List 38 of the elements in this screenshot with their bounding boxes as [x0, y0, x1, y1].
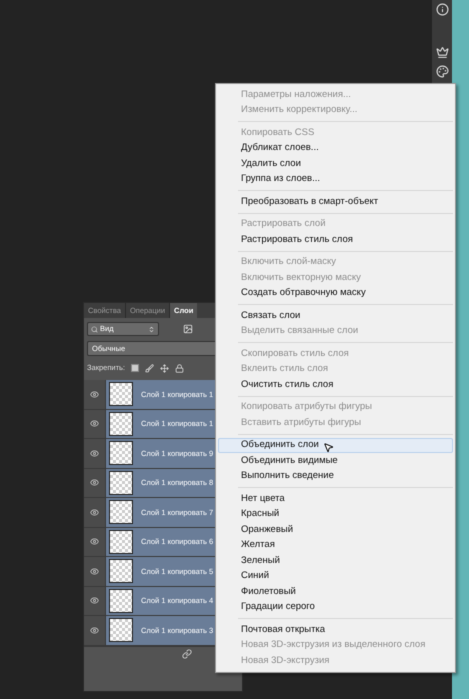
palette-icon[interactable] [436, 65, 448, 78]
visibility-icon[interactable] [90, 448, 99, 458]
layer-thumbnail [109, 500, 133, 524]
layer-thumbnail [109, 559, 133, 584]
layer-thumbnail [109, 382, 133, 406]
layer-thumbnail [109, 441, 133, 466]
visibility-icon[interactable] [90, 419, 99, 428]
menu-item[interactable]: Группа из слоев... [218, 172, 453, 187]
visibility-icon[interactable] [90, 390, 99, 399]
crown-icon[interactable] [436, 46, 448, 59]
visibility-icon[interactable] [90, 537, 99, 546]
lock-pixels-icon[interactable] [131, 364, 140, 372]
move-icon[interactable] [160, 364, 170, 372]
lock-icon[interactable] [175, 364, 184, 372]
info-icon[interactable] [436, 3, 448, 16]
visibility-icon[interactable] [90, 508, 99, 517]
menu-item[interactable]: Объединить слои [218, 438, 453, 453]
visibility-icon[interactable] [90, 626, 99, 635]
cursor-icon [323, 442, 334, 452]
menu-item[interactable]: Удалить слои [218, 156, 453, 172]
layer-thumbnail [109, 618, 133, 642]
visibility-icon[interactable] [90, 596, 99, 606]
menu-item[interactable]: Дубликат слоев... [218, 140, 453, 156]
visibility-icon[interactable] [90, 478, 99, 488]
brush-icon[interactable] [145, 364, 154, 372]
menu-item[interactable]: Растрировать стиль слоя [218, 232, 453, 248]
visibility-icon[interactable] [90, 566, 99, 576]
link-icon[interactable] [182, 649, 192, 659]
menu-item[interactable]: Связать слои [218, 308, 453, 324]
layer-thumbnail [109, 588, 133, 613]
menu-item[interactable]: Преобразовать в смарт-объект [218, 194, 453, 210]
layer-thumbnail [109, 470, 133, 495]
layer-thumbnail [109, 530, 133, 554]
menu-item[interactable]: Создать обтравочную маску [218, 286, 453, 301]
layer-thumbnail [109, 412, 133, 436]
image-filter-icon[interactable] [183, 324, 193, 334]
search-icon [91, 326, 98, 332]
caret-icon [148, 326, 155, 332]
